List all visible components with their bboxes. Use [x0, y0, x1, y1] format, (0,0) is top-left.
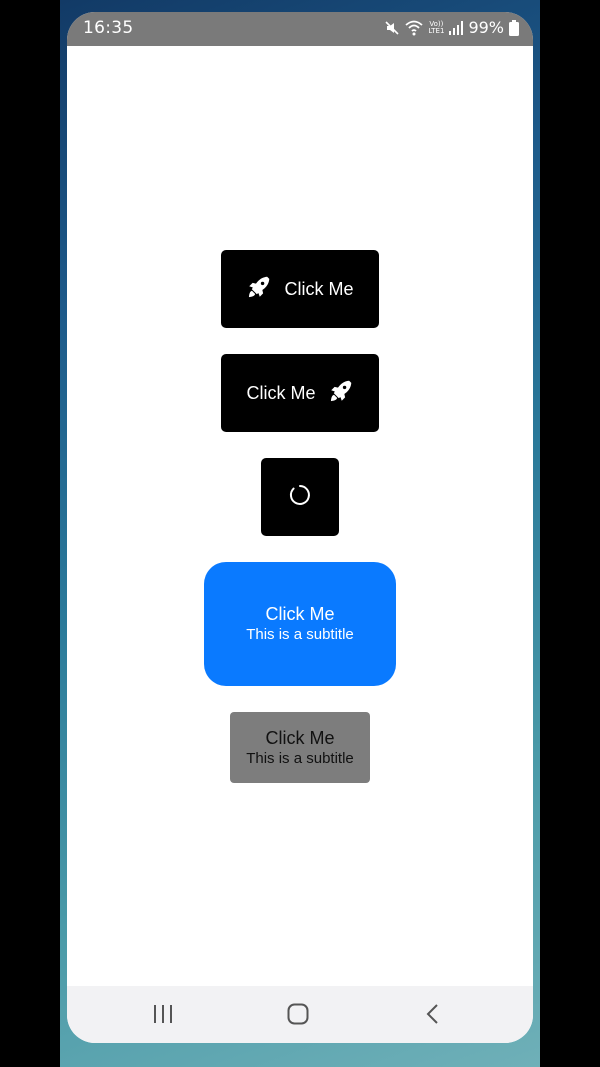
disabled-subtitle-button[interactable]: Click Me This is a subtitle	[230, 712, 370, 783]
back-icon	[425, 1003, 441, 1030]
status-bar: 16:35 Vo)) LTE1 99%	[67, 12, 533, 46]
button-subtitle: This is a subtitle	[246, 749, 354, 767]
primary-subtitle-button[interactable]: Click Me This is a subtitle	[204, 562, 396, 686]
back-button[interactable]	[411, 996, 455, 1036]
button-label: Click Me	[246, 382, 316, 403]
recents-button[interactable]	[141, 996, 185, 1036]
recents-icon	[152, 1004, 174, 1029]
navigation-bar	[67, 986, 533, 1043]
home-icon	[287, 1003, 309, 1030]
spinner-icon	[288, 483, 312, 512]
network-bottom-label: LTE1	[428, 26, 445, 35]
button-title: Click Me	[265, 604, 335, 624]
button-title: Click Me	[265, 727, 335, 748]
loading-button[interactable]	[261, 458, 339, 536]
phone-screen: 16:35 Vo)) LTE1 99% Click Me Click Me Cl…	[67, 12, 533, 1043]
click-me-icon-right-button[interactable]: Click Me	[221, 354, 379, 432]
battery-percent: 99%	[468, 18, 504, 37]
signal-icon	[449, 20, 464, 35]
wifi-icon	[405, 20, 423, 36]
home-button[interactable]	[276, 996, 320, 1036]
status-icons: Vo)) LTE1 99%	[384, 18, 519, 37]
mute-icon	[384, 20, 400, 36]
rocket-icon	[246, 274, 272, 305]
battery-icon	[509, 19, 519, 36]
button-label: Click Me	[284, 278, 354, 299]
status-time: 16:35	[83, 18, 134, 38]
button-subtitle: This is a subtitle	[246, 626, 354, 643]
network-type: Vo)) LTE1	[428, 20, 445, 35]
click-me-icon-left-button[interactable]: Click Me	[221, 250, 379, 328]
content-area: Click Me Click Me Click Me This is a sub…	[67, 46, 533, 986]
rocket-icon	[328, 378, 354, 409]
